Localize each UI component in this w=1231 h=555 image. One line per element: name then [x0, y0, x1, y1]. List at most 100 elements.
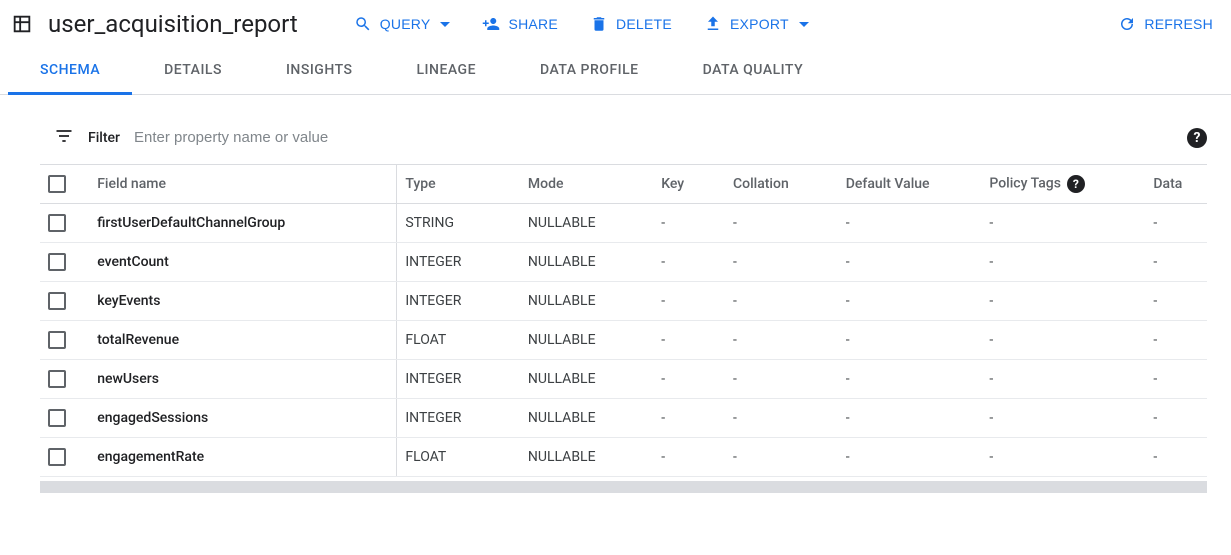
cell-policy-tags: -	[981, 399, 1145, 438]
help-icon[interactable]: ?	[1067, 175, 1085, 193]
cell-policy-tags: -	[981, 438, 1145, 477]
row-checkbox[interactable]	[48, 331, 66, 349]
col-header-key[interactable]: Key	[653, 165, 725, 204]
schema-content: Filter ? Field name Type Mode Key Collat…	[0, 95, 1231, 493]
col-header-default[interactable]: Default Value	[838, 165, 982, 204]
table-row: keyEventsINTEGERNULLABLE-----	[40, 282, 1207, 321]
cell-collation: -	[725, 399, 838, 438]
cell-policy-tags: -	[981, 243, 1145, 282]
col-header-mode[interactable]: Mode	[520, 165, 653, 204]
query-button[interactable]: Query	[352, 11, 453, 37]
cell-mode: NULLABLE	[520, 243, 653, 282]
help-icon[interactable]: ?	[1187, 128, 1207, 148]
tab-schema[interactable]: SCHEMA	[8, 48, 132, 95]
row-checkbox[interactable]	[48, 214, 66, 232]
cell-data: -	[1145, 204, 1207, 243]
refresh-icon	[1118, 15, 1136, 33]
cell-mode: NULLABLE	[520, 399, 653, 438]
cell-default: -	[838, 321, 982, 360]
cell-key: -	[653, 282, 725, 321]
cell-type: FLOAT	[397, 321, 520, 360]
share-button[interactable]: Share	[480, 11, 559, 37]
search-icon	[354, 15, 372, 33]
cell-collation: -	[725, 360, 838, 399]
row-checkbox[interactable]	[48, 253, 66, 271]
col-header-type[interactable]: Type	[397, 165, 520, 204]
col-header-field-name[interactable]: Field name	[89, 165, 397, 204]
toolbar: Query Share Delete Export	[352, 11, 811, 37]
cell-key: -	[653, 438, 725, 477]
filter-label: Filter	[88, 130, 120, 146]
cell-key: -	[653, 360, 725, 399]
cell-type: FLOAT	[397, 438, 520, 477]
tab-details[interactable]: DETAILS	[132, 48, 254, 95]
table-row: engagementRateFLOATNULLABLE-----	[40, 438, 1207, 477]
person-add-icon	[482, 15, 500, 33]
schema-table: Field name Type Mode Key Collation Defau…	[40, 164, 1207, 477]
row-checkbox[interactable]	[48, 370, 66, 388]
col-header-data[interactable]: Data	[1145, 165, 1207, 204]
row-checkbox[interactable]	[48, 292, 66, 310]
refresh-button[interactable]: Refresh	[1116, 11, 1215, 37]
policy-tags-label: Policy Tags	[989, 176, 1061, 192]
delete-button[interactable]: Delete	[588, 11, 674, 37]
tabs: SCHEMADETAILSINSIGHTSLINEAGEDATA PROFILE…	[0, 48, 1231, 95]
tab-lineage[interactable]: LINEAGE	[384, 48, 508, 95]
cell-field-name: engagedSessions	[89, 399, 397, 438]
table-row: newUsersINTEGERNULLABLE-----	[40, 360, 1207, 399]
table-icon	[10, 12, 34, 36]
cell-policy-tags: -	[981, 204, 1145, 243]
tab-insights[interactable]: INSIGHTS	[254, 48, 385, 95]
delete-label: Delete	[616, 16, 672, 32]
cell-field-name: keyEvents	[89, 282, 397, 321]
horizontal-scrollbar[interactable]	[40, 481, 1207, 493]
cell-default: -	[838, 243, 982, 282]
cell-collation: -	[725, 204, 838, 243]
export-button[interactable]: Export	[702, 11, 811, 37]
select-all-checkbox[interactable]	[48, 175, 66, 193]
cell-default: -	[838, 399, 982, 438]
cell-mode: NULLABLE	[520, 438, 653, 477]
cell-data: -	[1145, 321, 1207, 360]
dropdown-caret-icon	[440, 22, 450, 27]
refresh-label: Refresh	[1144, 16, 1213, 32]
cell-data: -	[1145, 282, 1207, 321]
cell-data: -	[1145, 243, 1207, 282]
cell-mode: NULLABLE	[520, 360, 653, 399]
table-row: totalRevenueFLOATNULLABLE-----	[40, 321, 1207, 360]
cell-key: -	[653, 204, 725, 243]
cell-default: -	[838, 204, 982, 243]
upload-icon	[704, 15, 722, 33]
cell-type: INTEGER	[397, 399, 520, 438]
export-label: Export	[730, 16, 789, 32]
cell-field-name: eventCount	[89, 243, 397, 282]
cell-policy-tags: -	[981, 282, 1145, 321]
tab-data-quality[interactable]: DATA QUALITY	[671, 48, 836, 95]
filter-icon	[54, 126, 74, 150]
cell-collation: -	[725, 438, 838, 477]
table-row: firstUserDefaultChannelGroupSTRINGNULLAB…	[40, 204, 1207, 243]
cell-type: INTEGER	[397, 360, 520, 399]
cell-field-name: totalRevenue	[89, 321, 397, 360]
cell-field-name: firstUserDefaultChannelGroup	[89, 204, 397, 243]
row-checkbox[interactable]	[48, 448, 66, 466]
cell-mode: NULLABLE	[520, 321, 653, 360]
col-header-policy-tags[interactable]: Policy Tags?	[981, 165, 1145, 204]
cell-collation: -	[725, 243, 838, 282]
row-checkbox[interactable]	[48, 409, 66, 427]
share-label: Share	[508, 16, 557, 32]
page-header: user_acquisition_report Query Share Dele…	[0, 0, 1231, 48]
filter-row: Filter ?	[40, 119, 1207, 164]
col-header-collation[interactable]: Collation	[725, 165, 838, 204]
tab-data-profile[interactable]: DATA PROFILE	[508, 48, 671, 95]
table-row: engagedSessionsINTEGERNULLABLE-----	[40, 399, 1207, 438]
cell-key: -	[653, 399, 725, 438]
cell-key: -	[653, 243, 725, 282]
cell-mode: NULLABLE	[520, 204, 653, 243]
cell-default: -	[838, 438, 982, 477]
cell-data: -	[1145, 399, 1207, 438]
filter-input[interactable]	[134, 125, 1173, 150]
cell-type: STRING	[397, 204, 520, 243]
cell-type: INTEGER	[397, 282, 520, 321]
cell-type: INTEGER	[397, 243, 520, 282]
